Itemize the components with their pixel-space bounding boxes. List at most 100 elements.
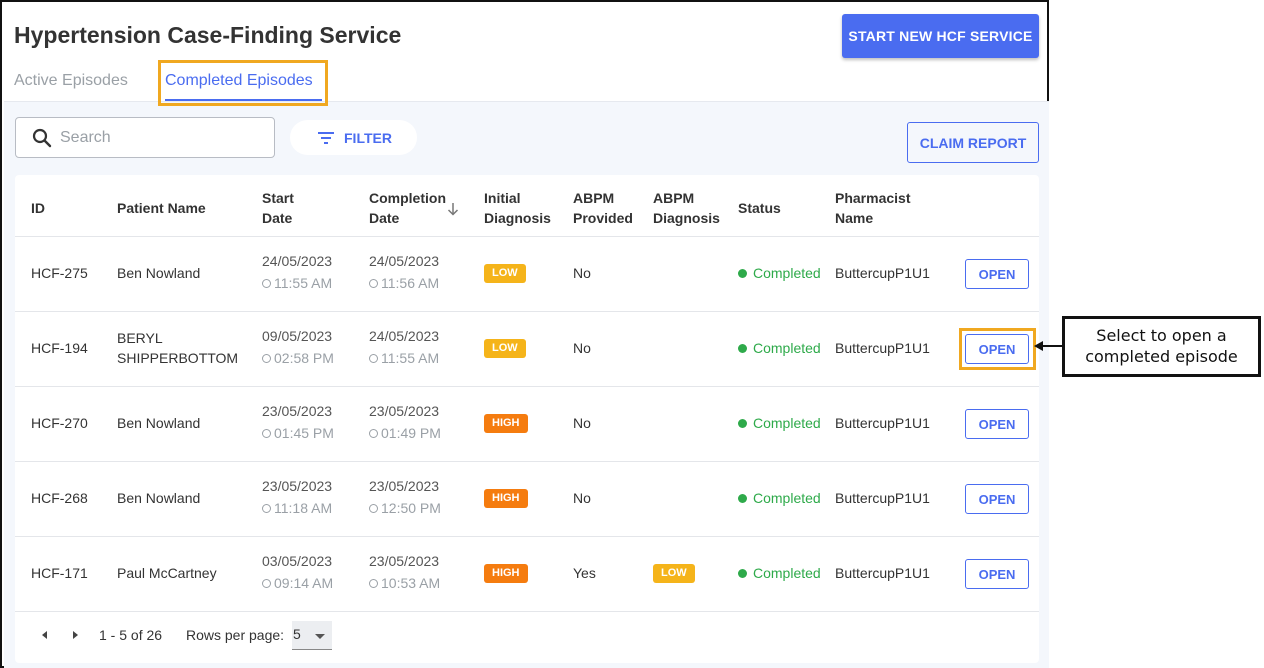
row-completion-time: 01:49 PM bbox=[369, 423, 441, 443]
header-text: Diagnosis bbox=[484, 210, 551, 226]
column-header-abpm-provided[interactable]: ABPM Provided bbox=[573, 188, 633, 228]
time-text: 11:18 AM bbox=[274, 500, 333, 516]
row-patient-name: Ben Nowland bbox=[117, 490, 201, 506]
clock-icon bbox=[369, 354, 378, 363]
header-text: Provided bbox=[573, 210, 633, 226]
page-title: Hypertension Case-Finding Service bbox=[14, 22, 402, 48]
column-header-start-date[interactable]: Start Date bbox=[262, 188, 294, 228]
claim-report-button[interactable]: CLAIM REPORT bbox=[907, 122, 1039, 163]
row-start-date: 23/05/2023 bbox=[262, 478, 333, 494]
row-divider bbox=[15, 386, 1039, 387]
start-new-hcf-service-button[interactable]: START NEW HCF SERVICE bbox=[842, 14, 1039, 58]
search-input[interactable] bbox=[60, 126, 260, 150]
annotation-callout: Select to open a completed episode bbox=[1062, 316, 1261, 377]
column-header-pharmacist-name[interactable]: Pharmacist Name bbox=[835, 188, 910, 228]
status-text: Completed bbox=[753, 265, 821, 281]
row-pharmacist: ButtercupP1U1 bbox=[835, 265, 930, 281]
clock-icon bbox=[369, 579, 378, 588]
row-id: HCF-194 bbox=[31, 340, 88, 356]
callout-arrow bbox=[1042, 345, 1062, 347]
row-completion-date: 24/05/2023 bbox=[369, 328, 440, 344]
status-badge: Completed bbox=[738, 338, 821, 358]
row-start-date: 09/05/2023 bbox=[262, 328, 333, 344]
row-start-date: 23/05/2023 bbox=[262, 403, 333, 419]
filter-icon bbox=[318, 132, 334, 144]
open-button[interactable]: OPEN bbox=[965, 409, 1029, 439]
time-text: 09:14 AM bbox=[274, 575, 334, 591]
header-text: ABPM bbox=[653, 190, 695, 206]
pagination-range: 1 - 5 of 26 bbox=[99, 627, 163, 643]
time-text: 02:58 PM bbox=[274, 350, 334, 366]
row-completion-date: 23/05/2023 bbox=[369, 403, 440, 419]
row-start-date: 24/05/2023 bbox=[262, 253, 333, 269]
status-badge: Completed bbox=[738, 488, 821, 508]
open-button[interactable]: OPEN bbox=[965, 559, 1029, 589]
tab-active-episodes[interactable]: Active Episodes bbox=[14, 72, 128, 90]
filter-label: FILTER bbox=[344, 130, 392, 146]
column-header-patient-name[interactable]: Patient Name bbox=[117, 198, 206, 218]
column-header-status[interactable]: Status bbox=[738, 198, 781, 218]
row-divider bbox=[15, 236, 1039, 237]
row-completion-time: 11:55 AM bbox=[369, 348, 439, 368]
column-header-abpm-diagnosis[interactable]: ABPM Diagnosis bbox=[653, 188, 720, 228]
status-text: Completed bbox=[753, 415, 821, 431]
initial-diagnosis-badge: HIGH bbox=[484, 564, 528, 583]
column-header-initial-diagnosis[interactable]: Initial Diagnosis bbox=[484, 188, 551, 228]
row-completion-time: 12:50 PM bbox=[369, 498, 441, 518]
row-start-time: 11:18 AM bbox=[262, 498, 332, 518]
row-start-time: 01:45 PM bbox=[262, 423, 334, 443]
header-text: Pharmacist bbox=[835, 190, 911, 206]
clock-icon bbox=[369, 279, 378, 288]
status-text: Completed bbox=[753, 490, 821, 506]
row-abpm-provided: No bbox=[573, 415, 591, 431]
header-text: Date bbox=[369, 210, 400, 226]
open-button-highlight-box bbox=[959, 328, 1036, 370]
row-completion-time: 10:53 AM bbox=[369, 573, 440, 593]
annotation-line-2: completed episode bbox=[1085, 347, 1238, 366]
episodes-table: ID Patient Name Start Date Completion Da… bbox=[15, 175, 1039, 663]
row-patient-name-line2: SHIPPERBOTTOM bbox=[117, 350, 239, 366]
row-pharmacist: ButtercupP1U1 bbox=[835, 565, 930, 581]
time-text: 12:50 PM bbox=[381, 500, 441, 516]
chevron-right-icon[interactable] bbox=[70, 630, 80, 640]
header-text: ABPM bbox=[573, 190, 615, 206]
time-text: 11:55 AM bbox=[274, 275, 333, 291]
initial-diagnosis-badge: HIGH bbox=[484, 489, 528, 508]
status-dot-icon bbox=[738, 569, 747, 578]
filter-button[interactable]: FILTER bbox=[290, 120, 417, 155]
open-button[interactable]: OPEN bbox=[965, 484, 1029, 514]
status-dot-icon bbox=[738, 419, 747, 428]
search-icon bbox=[32, 128, 52, 148]
row-start-date: 03/05/2023 bbox=[262, 553, 333, 569]
clock-icon bbox=[262, 579, 271, 588]
time-text: 01:45 PM bbox=[274, 425, 334, 441]
row-start-time: 02:58 PM bbox=[262, 348, 334, 368]
sort-arrow-down-icon[interactable] bbox=[447, 202, 459, 216]
row-divider bbox=[15, 536, 1039, 537]
column-header-completion-date[interactable]: Completion Date bbox=[369, 188, 446, 228]
row-abpm-provided: No bbox=[573, 490, 591, 506]
rows-per-page-label: Rows per page: bbox=[186, 627, 285, 643]
app-window: Hypertension Case-Finding Service START … bbox=[0, 0, 1049, 668]
row-divider bbox=[15, 461, 1039, 462]
search-box[interactable] bbox=[15, 117, 275, 158]
status-dot-icon bbox=[738, 494, 747, 503]
status-badge: Completed bbox=[738, 263, 821, 283]
clock-icon bbox=[262, 279, 271, 288]
column-header-id[interactable]: ID bbox=[31, 198, 45, 218]
row-patient-name: Paul McCartney bbox=[117, 565, 217, 581]
chevron-left-icon[interactable] bbox=[40, 630, 50, 640]
open-button[interactable]: OPEN bbox=[965, 259, 1029, 289]
time-text: 01:49 PM bbox=[381, 425, 441, 441]
row-id: HCF-275 bbox=[31, 265, 88, 281]
initial-diagnosis-badge: LOW bbox=[484, 339, 526, 358]
row-pharmacist: ButtercupP1U1 bbox=[835, 490, 930, 506]
time-text: 11:55 AM bbox=[381, 350, 440, 366]
rows-per-page-value: 5 bbox=[293, 626, 301, 642]
initial-diagnosis-badge: LOW bbox=[484, 264, 526, 283]
row-abpm-provided: Yes bbox=[573, 565, 596, 581]
row-divider bbox=[15, 611, 1039, 612]
rows-per-page-select[interactable]: 5 bbox=[292, 621, 332, 650]
header-text: Name bbox=[835, 210, 874, 226]
row-id: HCF-268 bbox=[31, 490, 88, 506]
